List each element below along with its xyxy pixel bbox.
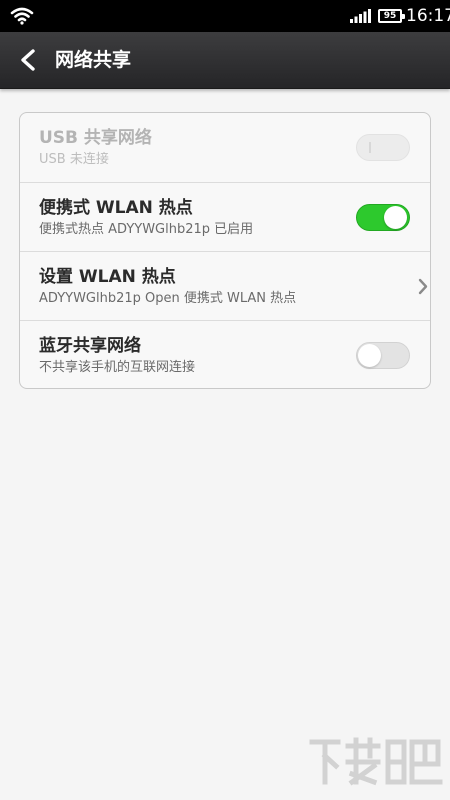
wifi-icon — [10, 7, 34, 25]
usb-tethering-label: USB 共享网络 — [39, 128, 152, 148]
battery-level: 95 — [383, 11, 397, 21]
usb-tethering-row[interactable]: USB 共享网络 USB 未连接 — [20, 113, 430, 182]
usb-tethering-status: USB 未连接 — [39, 152, 109, 167]
signal-bars-icon — [350, 9, 371, 23]
wlan-hotspot-toggle[interactable] — [356, 204, 410, 231]
status-time: 16:17 — [406, 6, 450, 26]
wlan-hotspot-label: 便携式 WLAN 热点 — [39, 198, 193, 218]
wlan-hotspot-settings-detail: ADYYWGlhb21p Open 便携式 WLAN 热点 — [39, 291, 297, 306]
settings-list: USB 共享网络 USB 未连接 便携式 WLAN 热点 便携式热点 ADYYW… — [19, 112, 431, 389]
page-title: 网络共享 — [55, 49, 132, 71]
battery-icon: 95 — [378, 9, 405, 23]
wlan-hotspot-settings-row[interactable]: 设置 WLAN 热点 ADYYWGlhb21p Open 便携式 WLAN 热点 — [20, 251, 430, 320]
bluetooth-tethering-label: 蓝牙共享网络 — [39, 336, 141, 356]
bluetooth-tethering-status: 不共享该手机的互联网连接 — [39, 360, 196, 375]
watermark-logo — [309, 737, 443, 786]
title-bar: 网络共享 — [0, 32, 450, 89]
chevron-left-icon[interactable] — [18, 48, 38, 72]
usb-tethering-toggle[interactable] — [356, 134, 410, 161]
status-bar: 95 16:17 — [0, 0, 450, 32]
wlan-hotspot-row[interactable]: 便携式 WLAN 热点 便携式热点 ADYYWGlhb21p 已启用 — [20, 182, 430, 251]
bluetooth-tethering-row[interactable]: 蓝牙共享网络 不共享该手机的互联网连接 — [20, 320, 430, 388]
wlan-hotspot-status: 便携式热点 ADYYWGlhb21p 已启用 — [39, 222, 254, 237]
bluetooth-tethering-toggle[interactable] — [356, 342, 410, 369]
wlan-hotspot-settings-label: 设置 WLAN 热点 — [39, 267, 176, 287]
chevron-right-icon — [418, 278, 428, 295]
